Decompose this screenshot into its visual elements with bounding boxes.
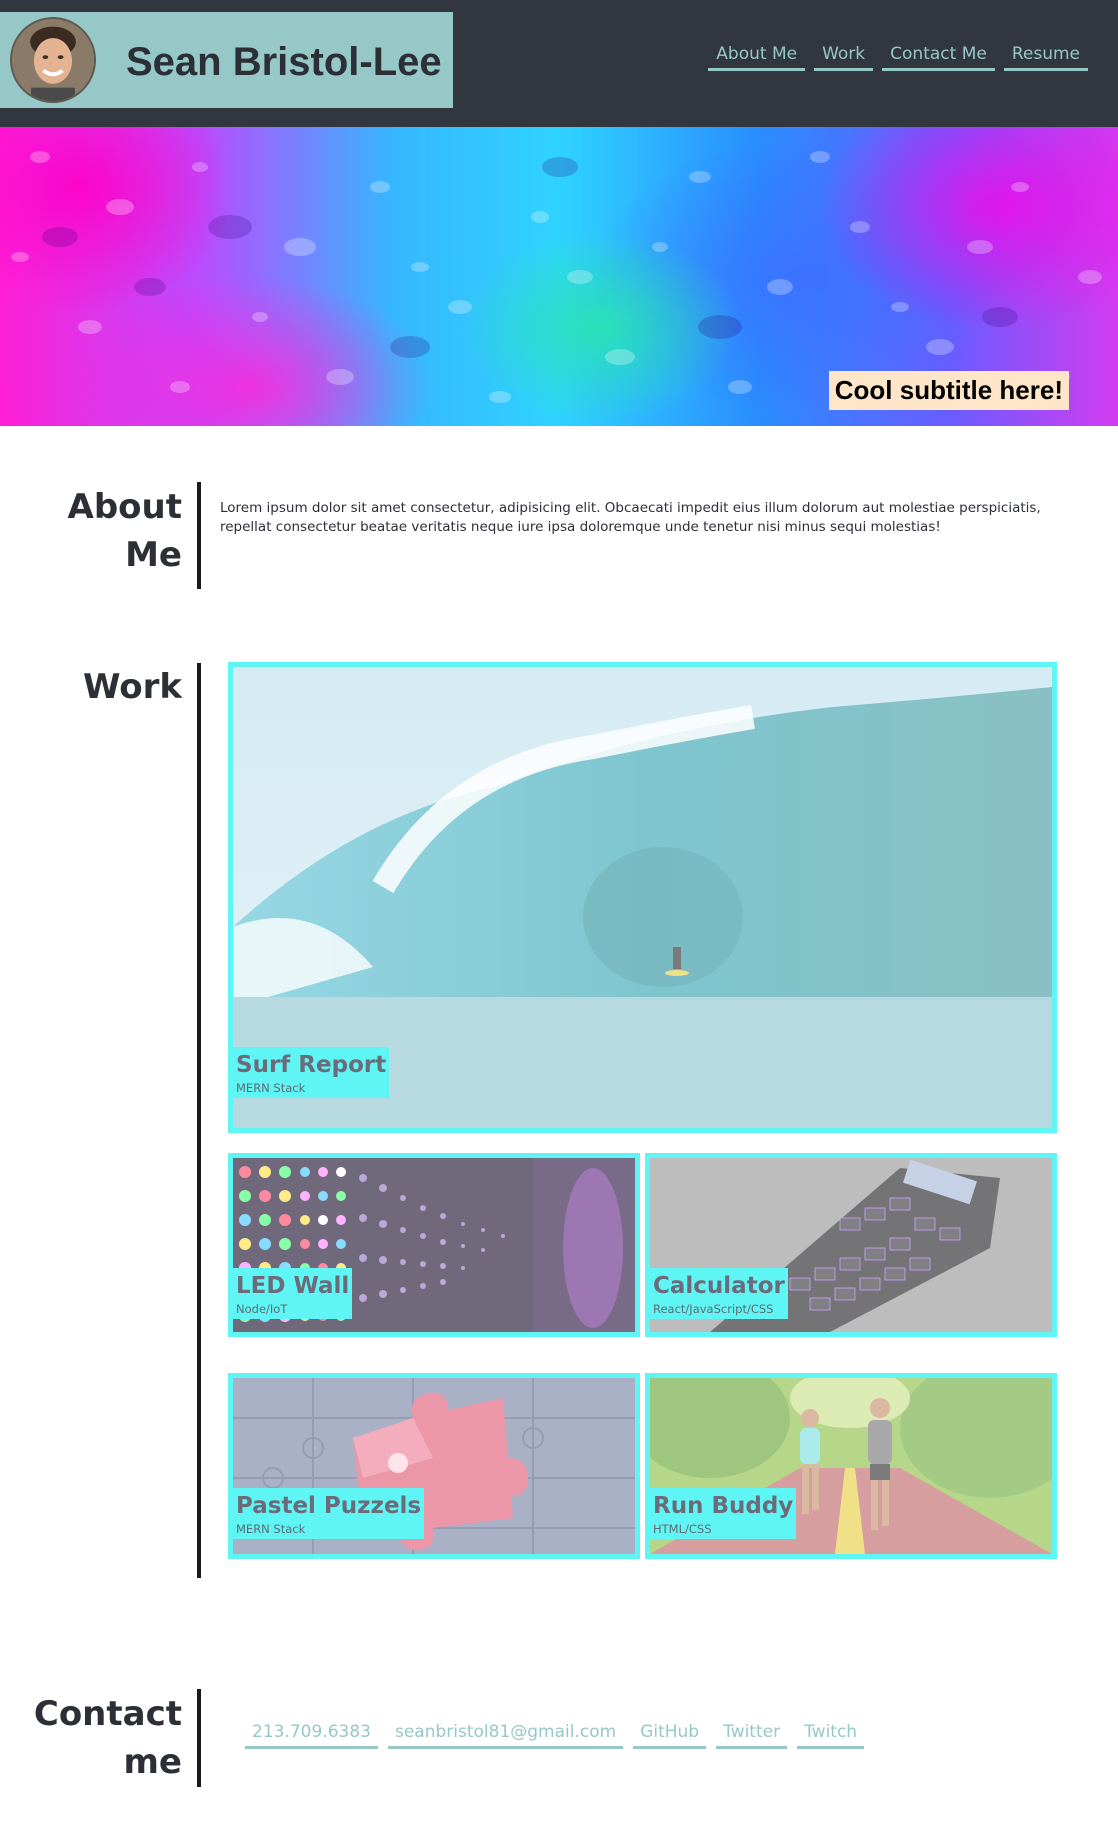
contact-heading: Contact me — [34, 1690, 182, 1786]
work-divider — [197, 663, 201, 1578]
site-header: Sean Bristol-Lee About Me Work Contact M… — [0, 0, 1118, 127]
about-heading-line1: About — [67, 487, 182, 527]
about-heading: About Me — [68, 483, 182, 579]
project-label: Surf Report MERN Stack — [233, 1047, 390, 1098]
contact-github-link[interactable]: GitHub — [633, 1722, 707, 1749]
project-card-run-buddy[interactable]: Run Buddy HTML/CSS — [645, 1373, 1057, 1559]
contact-twitter-link[interactable]: Twitter — [716, 1722, 788, 1749]
nav-link-about[interactable]: About Me — [708, 44, 806, 71]
nav-link-resume[interactable]: Resume — [1003, 44, 1088, 71]
work-heading: Work — [82, 667, 182, 707]
contact-twitch-link[interactable]: Twitch — [797, 1722, 865, 1749]
project-stack: Node/IoT — [236, 1302, 288, 1316]
contact-heading-line2: me — [123, 1742, 183, 1782]
contact-heading-line1: Contact — [33, 1694, 182, 1734]
contact-email-link[interactable]: seanbristol81@gmail.com — [387, 1722, 624, 1749]
project-card-calculator[interactable]: Calculator React/JavaScript/CSS — [645, 1153, 1057, 1337]
nav-link-contact[interactable]: Contact Me — [882, 44, 995, 71]
project-stack: MERN Stack — [236, 1522, 306, 1536]
project-label: Calculator React/JavaScript/CSS — [650, 1268, 788, 1319]
project-card-led-wall[interactable]: LED Wall Node/IoT — [228, 1153, 640, 1337]
site-owner-name: Sean Bristol-Lee — [126, 40, 442, 84]
project-title: Pastel Puzzels — [236, 1493, 422, 1519]
project-label: Run Buddy HTML/CSS — [650, 1488, 797, 1539]
contact-divider — [197, 1689, 201, 1787]
project-title: LED Wall — [236, 1273, 350, 1299]
project-title: Calculator — [653, 1273, 785, 1299]
project-stack: MERN Stack — [236, 1081, 306, 1095]
profile-avatar — [10, 17, 96, 103]
project-stack: HTML/CSS — [653, 1522, 712, 1536]
project-title: Surf Report — [236, 1052, 387, 1078]
about-text: Lorem ipsum dolor sit amet consectetur, … — [220, 500, 1041, 535]
main-nav: About Me Work Contact Me Resume — [708, 44, 1088, 71]
project-title: Run Buddy — [653, 1493, 794, 1519]
project-label: Pastel Puzzels MERN Stack — [233, 1488, 425, 1539]
about-heading-line2: Me — [125, 535, 182, 575]
nav-link-work[interactable]: Work — [814, 44, 874, 71]
project-card-pastel-puzzels[interactable]: Pastel Puzzels MERN Stack — [228, 1373, 640, 1559]
avatar-face-icon — [12, 19, 94, 101]
hero-banner: Cool subtitle here! — [0, 127, 1118, 426]
project-label: LED Wall Node/IoT — [233, 1268, 353, 1319]
brand-block: Sean Bristol-Lee — [0, 12, 453, 108]
hero-subtitle: Cool subtitle here! — [828, 371, 1069, 410]
contact-phone-link[interactable]: 213.709.6383 — [245, 1722, 378, 1749]
project-stack: React/JavaScript/CSS — [653, 1302, 774, 1316]
contact-links: 213.709.6383 seanbristol81@gmail.com Git… — [245, 1722, 865, 1749]
project-card-surf-report[interactable]: Surf Report MERN Stack — [228, 662, 1057, 1133]
about-divider — [197, 482, 201, 589]
